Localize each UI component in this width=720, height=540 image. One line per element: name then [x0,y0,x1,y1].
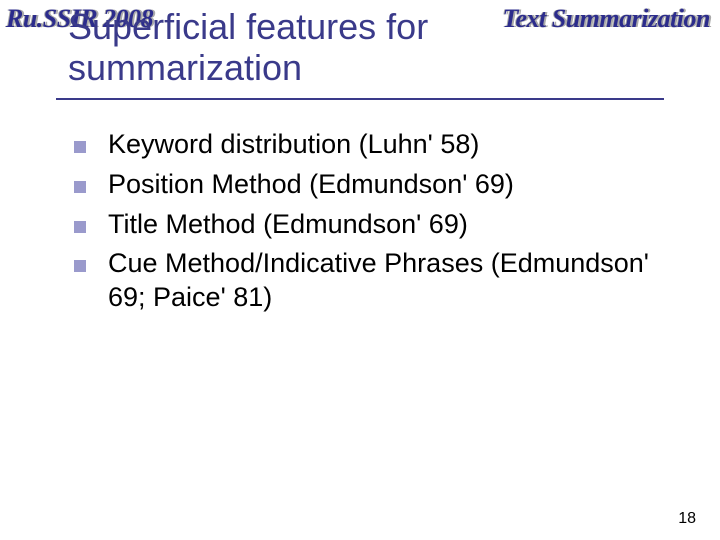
bullet-icon [74,260,86,272]
bullet-text: Cue Method/Indicative Phrases (Edmundson… [108,247,666,315]
page-number: 18 [678,510,696,528]
list-item: Title Method (Edmundson' 69) [56,208,666,242]
slide: Ru.SSIR 2008 Text Summarization Superfic… [0,0,720,540]
bullet-icon [74,141,86,153]
bullet-icon [74,221,86,233]
bullet-text: Keyword distribution (Luhn' 58) [108,128,666,162]
bullet-text: Title Method (Edmundson' 69) [108,208,666,242]
title-underline [56,98,664,100]
slide-title: Superficial features for summarization [68,6,488,89]
list-item: Cue Method/Indicative Phrases (Edmundson… [56,247,666,315]
list-item: Keyword distribution (Luhn' 58) [56,128,666,162]
header-right-logo: Text Summarization [503,4,711,34]
bullet-text: Position Method (Edmundson' 69) [108,168,666,202]
list-item: Position Method (Edmundson' 69) [56,168,666,202]
bullet-icon [74,181,86,193]
slide-body: Keyword distribution (Luhn' 58) Position… [56,128,666,321]
